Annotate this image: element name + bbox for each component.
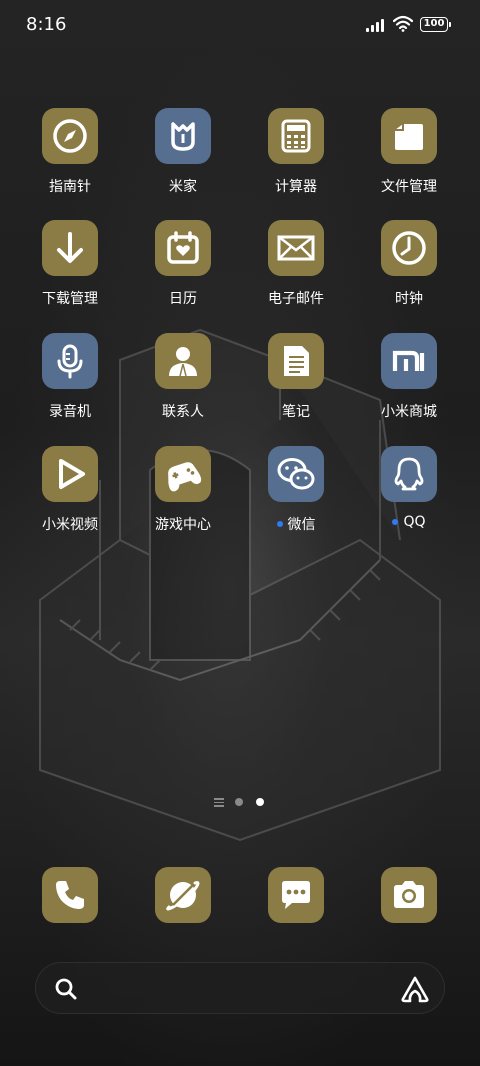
app-label-game-center: 游戏中心 bbox=[155, 517, 211, 533]
contacts-icon bbox=[155, 333, 211, 389]
app-label-calendar: 日历 bbox=[169, 291, 197, 307]
app-download-manager[interactable]: 下载管理 bbox=[20, 220, 120, 308]
dock-browser[interactable] bbox=[133, 867, 233, 923]
microphone-icon bbox=[42, 333, 98, 389]
app-file-manager[interactable]: 文件管理 bbox=[359, 108, 459, 196]
notification-dot bbox=[392, 519, 399, 525]
app-label-clock: 时钟 bbox=[395, 291, 423, 307]
mi-store-icon bbox=[381, 333, 437, 389]
app-qq[interactable]: QQ bbox=[359, 446, 459, 530]
signal-strength-icon bbox=[366, 18, 388, 32]
app-wechat[interactable]: 微信 bbox=[246, 446, 346, 534]
xiao-ai-assistant-icon[interactable] bbox=[400, 975, 430, 1003]
page-indicator-list-icon bbox=[214, 798, 224, 807]
app-mi-video[interactable]: 小米视频 bbox=[20, 446, 120, 534]
app-label-qq: QQ bbox=[403, 514, 426, 530]
mijia-icon bbox=[155, 108, 211, 164]
notification-dot bbox=[276, 521, 283, 527]
app-calendar[interactable]: 日历 bbox=[133, 220, 233, 308]
app-label-file-manager: 文件管理 bbox=[381, 179, 437, 195]
search-bar[interactable] bbox=[35, 962, 445, 1014]
app-mi-store[interactable]: 小米商城 bbox=[359, 333, 459, 421]
page-indicator[interactable] bbox=[0, 796, 480, 810]
compass-icon bbox=[42, 108, 98, 164]
app-label-notes: 笔记 bbox=[282, 404, 310, 420]
app-label-compass: 指南针 bbox=[49, 179, 91, 195]
app-label-download-manager: 下载管理 bbox=[42, 291, 98, 307]
download-icon bbox=[42, 220, 98, 276]
app-label-wechat: 微信 bbox=[287, 517, 316, 533]
browser-icon bbox=[155, 867, 211, 923]
app-label-calculator: 计算器 bbox=[275, 179, 317, 195]
wechat-icon bbox=[268, 446, 324, 502]
app-game-center[interactable]: 游戏中心 bbox=[133, 446, 233, 534]
app-label-mi-video: 小米视频 bbox=[42, 517, 98, 533]
dock-messages[interactable] bbox=[246, 867, 346, 923]
app-label-mi-store: 小米商城 bbox=[381, 404, 437, 420]
app-contacts[interactable]: 联系人 bbox=[133, 333, 233, 421]
status-bar: 8:16 100 bbox=[0, 0, 480, 50]
battery-icon: 100 bbox=[420, 17, 451, 32]
app-compass[interactable]: 指南针 bbox=[20, 108, 120, 196]
messages-icon bbox=[268, 867, 324, 923]
status-time: 8:16 bbox=[26, 14, 67, 35]
app-mijia[interactable]: 米家 bbox=[133, 108, 233, 196]
page-dot-1[interactable] bbox=[235, 798, 243, 806]
app-label-contacts: 联系人 bbox=[162, 404, 204, 420]
app-clock[interactable]: 时钟 bbox=[359, 220, 459, 308]
app-email[interactable]: 电子邮件 bbox=[246, 220, 346, 308]
camera-icon bbox=[381, 867, 437, 923]
app-recorder[interactable]: 录音机 bbox=[20, 333, 120, 421]
wifi-icon bbox=[393, 15, 413, 32]
page-dot-2[interactable] bbox=[256, 798, 264, 806]
search-icon bbox=[55, 978, 77, 1000]
clock-icon bbox=[381, 220, 437, 276]
phone-icon bbox=[42, 867, 98, 923]
mail-icon bbox=[268, 220, 324, 276]
app-label-recorder: 录音机 bbox=[49, 404, 91, 420]
dock-camera[interactable] bbox=[359, 867, 459, 923]
notes-icon bbox=[268, 333, 324, 389]
video-play-icon bbox=[42, 446, 98, 502]
folder-icon bbox=[381, 108, 437, 164]
app-label-mijia: 米家 bbox=[169, 179, 197, 195]
qq-icon bbox=[381, 446, 437, 502]
app-notes[interactable]: 笔记 bbox=[246, 333, 346, 421]
calendar-icon bbox=[155, 220, 211, 276]
gamepad-icon bbox=[155, 446, 211, 502]
calculator-icon bbox=[268, 108, 324, 164]
app-calculator[interactable]: 计算器 bbox=[246, 108, 346, 196]
app-label-email: 电子邮件 bbox=[268, 291, 324, 307]
dock-phone[interactable] bbox=[20, 867, 120, 923]
